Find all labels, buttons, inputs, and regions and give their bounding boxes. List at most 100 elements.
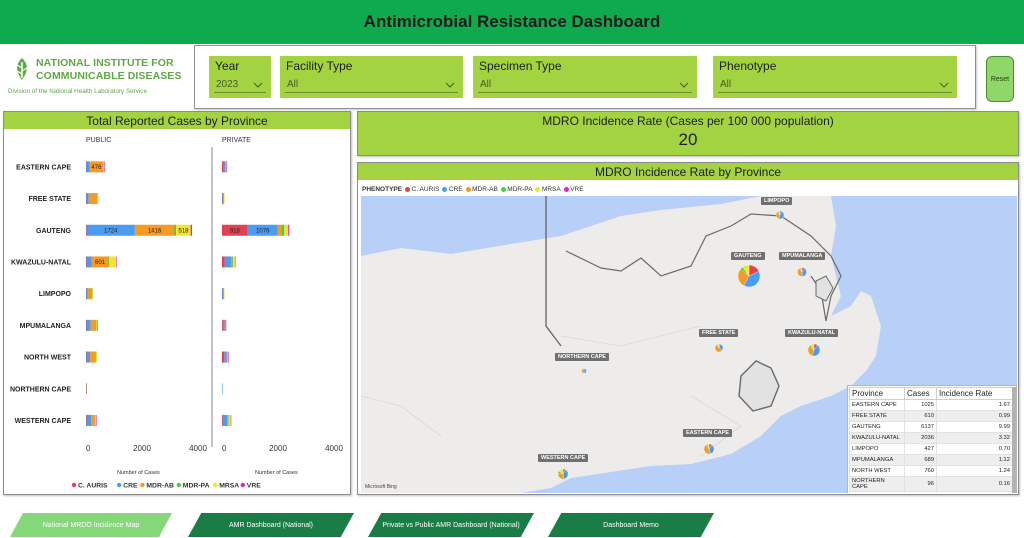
bar-private-mdr-ab bbox=[226, 351, 228, 363]
logo-line-2: COMMUNICABLE DISEASES bbox=[36, 70, 182, 82]
legend-item-mdr-pa[interactable]: MDR-PA bbox=[500, 185, 533, 193]
cell-province: WESTERN CAPE bbox=[849, 491, 905, 493]
slicer-label: Specimen Type bbox=[479, 59, 562, 73]
map-label-western-cape[interactable]: WESTERN CAPE bbox=[538, 454, 589, 462]
table-row[interactable]: WESTERN CAPE7691.25 bbox=[849, 491, 1013, 493]
legend-label: MDR-PA bbox=[183, 483, 210, 490]
pie-slice-northern-cape[interactable] bbox=[581, 368, 585, 374]
col-header-incidence-rate[interactable]: Incidence Rate bbox=[936, 387, 1013, 400]
kpi-card: MDRO Incidence Rate (Cases per 100 000 p… bbox=[357, 111, 1019, 156]
col-header-province[interactable]: Province bbox=[849, 387, 905, 400]
table-row[interactable]: LIMPOPO 427 0.70 bbox=[849, 443, 1013, 455]
phenotype-dropdown[interactable]: All bbox=[718, 78, 952, 93]
table-row[interactable]: MPUMALANGA 689 1.12 bbox=[849, 454, 1013, 466]
bar-private-vre bbox=[226, 161, 228, 173]
bar-public-mdr-ab bbox=[88, 193, 98, 205]
slicer-label: Phenotype bbox=[719, 59, 777, 73]
pie-slice-northern-cape[interactable] bbox=[583, 368, 587, 374]
table-row[interactable]: FREE STATE 610 0.99 bbox=[849, 410, 1013, 422]
bar-private-mdr-pa bbox=[228, 414, 229, 426]
year-dropdown[interactable]: 2023 bbox=[214, 78, 266, 93]
year-slicer[interactable]: Year 2023 bbox=[209, 56, 271, 98]
x-tick-label: 4000 bbox=[325, 444, 343, 453]
legend-dot bbox=[140, 482, 145, 488]
table-row[interactable]: NORTH WEST 760 1.24 bbox=[849, 465, 1013, 477]
map-label-northern-cape[interactable]: NORTHERN CAPE bbox=[555, 353, 609, 361]
legend-label: MDR-PA bbox=[507, 185, 533, 193]
table-row[interactable]: KWAZULU-NATAL 2036 3.32 bbox=[849, 432, 1013, 444]
bar-private-cre bbox=[222, 383, 223, 395]
incidence-map-panel: MDRO Incidence Rate by Province PHENOTYP… bbox=[357, 162, 1019, 495]
tab-amr-dashboard-national[interactable]: AMR Dashboard (National) bbox=[188, 513, 354, 537]
bar-public-mdr-ab bbox=[87, 288, 93, 300]
table-row[interactable]: GAUTENG 6137 9.99 bbox=[849, 421, 1013, 433]
map-label-mpumalanga[interactable]: MPUMALANGA bbox=[779, 252, 826, 260]
tab-dashboard-memo[interactable]: Dashboard Memo bbox=[548, 513, 714, 537]
cell-province: FREE STATE bbox=[849, 410, 905, 422]
legend-item-mdr-ab[interactable]: MDR-AB bbox=[465, 186, 498, 193]
legend-title: PHENOTYPE bbox=[362, 185, 403, 193]
cell-cases: 610 bbox=[904, 410, 937, 422]
category-label: LIMPOPO bbox=[39, 291, 72, 298]
bar-public-cre bbox=[86, 414, 92, 426]
bar-chart-title: Total Reported Cases by Province bbox=[4, 112, 350, 129]
legend-label: MRSA bbox=[541, 185, 561, 193]
data-label: 918 bbox=[230, 228, 241, 234]
tab-private-vs-public-amr-dashboard[interactable]: Private vs Public AMR Dashboard (Nationa… bbox=[368, 513, 534, 537]
legend-item-c-auris[interactable]: C. AURIS bbox=[405, 186, 439, 193]
phenotype-slicer[interactable]: Phenotype All bbox=[713, 56, 957, 98]
map-canvas[interactable]: LIMPOPO GAUTENG MPUMALANGA FREE STATE KW… bbox=[361, 196, 1017, 493]
bar-private-vre bbox=[234, 256, 236, 268]
bar-public-mrsa bbox=[97, 193, 99, 205]
bar-public-cre bbox=[86, 256, 92, 268]
slicer-value: 2023 bbox=[216, 79, 239, 90]
map-label-eastern-cape[interactable]: EASTERN CAPE bbox=[683, 429, 733, 437]
legend-item-mrsa[interactable]: MRSA bbox=[535, 185, 561, 193]
reset-button[interactable]: Reset bbox=[986, 56, 1014, 102]
table-row[interactable]: EASTERN CAPE 1025 1.67 bbox=[849, 399, 1013, 411]
bar-public-cre bbox=[86, 288, 88, 300]
specimen-type-dropdown[interactable]: All bbox=[478, 78, 692, 93]
bar-private-vre bbox=[288, 224, 290, 236]
province-table-wrapper: Province Cases Incidence Rate EASTERN CA… bbox=[847, 385, 1017, 493]
x-tick-label: 4000 bbox=[189, 444, 207, 453]
cell-incidence-rate: 1.12 bbox=[936, 454, 1013, 466]
bar-public-mrsa bbox=[103, 161, 105, 173]
legend-label: MRSA bbox=[219, 483, 239, 490]
table-scrollbar-thumb[interactable] bbox=[1012, 387, 1016, 493]
slicer-value: All bbox=[480, 79, 492, 90]
map-label-kwazulu-natal[interactable]: KWAZULU-NATAL bbox=[785, 329, 839, 337]
map-label-free-state[interactable]: FREE STATE bbox=[699, 329, 739, 337]
x-tick-label: 2000 bbox=[269, 444, 287, 453]
facility-type-slicer[interactable]: Facility Type All bbox=[280, 56, 463, 98]
map-label-gauteng[interactable]: GAUTENG bbox=[731, 252, 765, 260]
bar-private-mrsa bbox=[228, 414, 231, 426]
tab-national-mrdo-incidence-map[interactable]: National MRDO Incidence Map bbox=[10, 513, 172, 537]
cell-province: EASTERN CAPE bbox=[849, 399, 905, 411]
legend-dot bbox=[71, 482, 77, 488]
col-header-cases[interactable]: Cases bbox=[904, 387, 937, 400]
legend-label: VRE bbox=[570, 185, 584, 193]
facility-type-dropdown[interactable]: All bbox=[285, 78, 458, 93]
bar-private-mdr-ab bbox=[230, 256, 233, 268]
table-scrollbar[interactable] bbox=[1012, 387, 1016, 493]
province-table-body: EASTERN CAPE 1025 1.67 FREE STATE 610 0.99 GAU… bbox=[849, 399, 1013, 493]
bar-public-cre bbox=[86, 193, 89, 205]
bar-private-mrsa bbox=[233, 256, 235, 268]
bar-public-cre bbox=[86, 319, 91, 331]
bar-public-mrsa bbox=[96, 351, 97, 363]
map-label-limpopo[interactable]: LIMPOPO bbox=[761, 197, 793, 205]
legend-dot bbox=[213, 482, 218, 488]
table-row[interactable]: NORTHERN CAPE 96 0.16 bbox=[849, 476, 1013, 492]
bar-private-c-auris bbox=[222, 319, 223, 331]
legend-item-cre[interactable]: CRE bbox=[442, 186, 463, 193]
legend-item-vre[interactable]: VRE bbox=[563, 185, 584, 193]
bar-public-mrsa bbox=[96, 319, 98, 331]
specimen-type-slicer[interactable]: Specimen Type All bbox=[473, 56, 697, 98]
bar-private-cre bbox=[224, 256, 231, 268]
nicd-logo-icon bbox=[16, 58, 28, 80]
cell-cases: 760 bbox=[904, 465, 937, 477]
cell-incidence-rate: 3.32 bbox=[936, 432, 1013, 444]
data-label: 601 bbox=[95, 260, 106, 266]
legend-dot bbox=[117, 482, 122, 488]
